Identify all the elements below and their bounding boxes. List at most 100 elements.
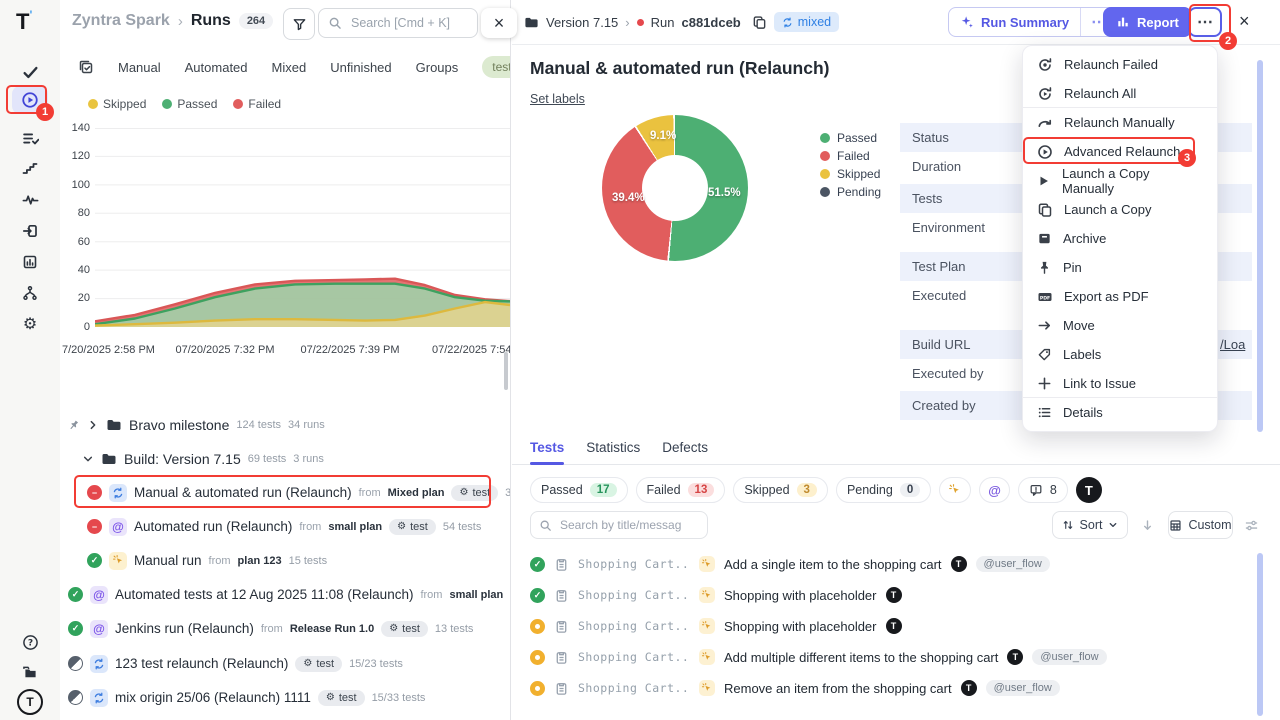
run-summary-button[interactable]: Run Summary <box>949 15 1080 30</box>
chip-pending[interactable]: Pending0 <box>836 477 931 503</box>
close-runs-list-button[interactable]: × <box>481 8 517 38</box>
run-version[interactable]: Version 7.15 <box>546 15 618 30</box>
runs-search-input[interactable] <box>349 15 468 31</box>
tests-search[interactable] <box>530 511 708 539</box>
suite-name[interactable]: Shopping Cart... <box>578 681 690 695</box>
report-button[interactable]: Report <box>1103 7 1192 37</box>
sidebar-item-branches[interactable] <box>12 279 48 307</box>
run-more-actions-button[interactable]: ⋯ <box>1188 7 1222 37</box>
sort-direction-button[interactable] <box>1134 511 1161 539</box>
menu-item-launch-copy[interactable]: Launch a Copy <box>1023 195 1217 224</box>
test-title[interactable]: Add a single item to the shopping cart <box>724 557 942 572</box>
tree-row-milestone[interactable]: Bravo milestone 124 tests 34 runs <box>60 409 511 440</box>
test-tag[interactable]: @user_flow <box>986 680 1060 696</box>
menu-item-link-to-issue[interactable]: Link to Issue <box>1023 369 1217 398</box>
tab-mixed[interactable]: Mixed <box>272 60 307 75</box>
sidebar-item-account[interactable]: T <box>12 688 48 716</box>
view-settings-button[interactable] <box>1240 511 1262 539</box>
test-label-badge[interactable]: ⚙test <box>389 519 436 535</box>
menu-item-relaunch-failed[interactable]: Relaunch Failed <box>1023 50 1217 79</box>
menu-item-export-pdf[interactable]: Export as PDF <box>1023 282 1217 311</box>
sidebar-item-pulse[interactable] <box>12 185 48 213</box>
left-panel-scrollbar[interactable] <box>504 352 508 390</box>
app-logo-chip[interactable]: T <box>1076 477 1102 503</box>
test-label-badge[interactable]: ⚙test <box>381 621 428 637</box>
tree-item-label[interactable]: Automated run (Relaunch) <box>134 519 292 534</box>
sidebar-item-tests[interactable] <box>12 58 48 86</box>
close-run-detail-button[interactable]: × <box>1239 11 1250 32</box>
runs-search[interactable] <box>318 8 478 38</box>
tree-item-label[interactable]: 123 test relaunch (Relaunch) <box>115 656 288 671</box>
details-scrollbar[interactable] <box>1257 60 1263 432</box>
tab-defects[interactable]: Defects <box>662 440 708 455</box>
test-title[interactable]: Add multiple different items to the shop… <box>724 650 998 665</box>
suite-name[interactable]: Shopping Cart... <box>578 619 690 633</box>
plan-label[interactable]: small plan <box>449 589 503 601</box>
sidebar-item-settings[interactable]: ⚙ <box>12 310 48 338</box>
menu-item-labels[interactable]: Labels <box>1023 340 1217 369</box>
menu-item-relaunch-all[interactable]: Relaunch All <box>1023 79 1217 108</box>
test-row[interactable]: Shopping Cart... Remove an item from the… <box>530 673 1270 703</box>
sidebar-item-analytics[interactable] <box>12 248 48 276</box>
menu-item-archive[interactable]: Archive <box>1023 224 1217 253</box>
set-labels-link[interactable]: Set labels <box>530 92 585 106</box>
sidebar-item-projects[interactable] <box>12 658 48 686</box>
sidebar-item-plans[interactable] <box>12 124 48 152</box>
test-label-badge[interactable]: ⚙test <box>295 656 342 672</box>
menu-item-details[interactable]: Details <box>1023 398 1217 427</box>
menu-item-move[interactable]: Move <box>1023 311 1217 340</box>
test-row[interactable]: ✓ Shopping Cart... Add a single item to … <box>530 549 1270 579</box>
chip-manual-filter[interactable] <box>939 477 971 503</box>
suite-name[interactable]: Shopping Cart... <box>578 557 690 571</box>
chip-failed[interactable]: Failed13 <box>636 477 726 503</box>
tab-unfinished[interactable]: Unfinished <box>330 60 391 75</box>
test-row[interactable]: Shopping Cart... Add multiple different … <box>530 642 1270 672</box>
chip-automated-filter[interactable]: @ <box>979 477 1010 503</box>
tree-item-label[interactable]: Automated tests at 12 Aug 2025 11:08 (Re… <box>115 587 413 602</box>
tree-row-run[interactable]: 123 test relaunch (Relaunch) ⚙test 15/23… <box>60 648 511 679</box>
tree-row-run[interactable]: ✓ @ Jenkins run (Relaunch) from Release … <box>60 613 511 644</box>
menu-item-relaunch-manually[interactable]: Relaunch Manually <box>1023 108 1217 137</box>
plan-label[interactable]: plan 123 <box>238 555 282 567</box>
tree-row-build[interactable]: Build: Version 7.15 69 tests 3 runs <box>60 443 511 474</box>
chip-comments[interactable]: 8 <box>1018 477 1068 503</box>
tree-item-label[interactable]: Bravo milestone <box>129 417 229 433</box>
test-row[interactable]: Shopping Cart... Shopping with placehold… <box>530 611 1270 641</box>
sidebar-item-help[interactable] <box>12 628 48 656</box>
plan-label[interactable]: small plan <box>328 521 382 533</box>
test-tag[interactable]: @user_flow <box>1032 649 1106 665</box>
tree-item-label[interactable]: mix origin 25/06 (Relaunch) 1111 <box>115 690 311 705</box>
test-title[interactable]: Shopping with placeholder <box>724 588 877 603</box>
plan-label[interactable]: Release Run 1.0 <box>290 623 374 635</box>
tree-item-label[interactable]: Manual run <box>134 553 202 568</box>
sort-button[interactable]: Sort <box>1052 511 1128 539</box>
chevron-down-icon[interactable] <box>82 453 94 465</box>
tab-manual[interactable]: Manual <box>118 60 161 75</box>
tree-row-run[interactable]: ✓ Manual run from plan 123 15 tests <box>60 545 511 576</box>
work-label-badge[interactable]: test work <box>482 56 511 78</box>
tests-scrollbar[interactable] <box>1257 553 1263 716</box>
test-label-badge[interactable]: ⚙ <box>510 587 511 602</box>
menu-item-launch-copy-manually[interactable]: Launch a Copy Manually <box>1023 166 1217 195</box>
chevron-right-icon[interactable] <box>87 419 99 431</box>
tree-row-run[interactable]: mix origin 25/06 (Relaunch) 1111 ⚙test 1… <box>60 682 511 713</box>
tab-automated[interactable]: Automated <box>185 60 248 75</box>
copy-icon[interactable] <box>752 15 767 30</box>
sidebar-item-import[interactable] <box>12 217 48 245</box>
test-label-badge[interactable]: ⚙test <box>451 485 498 501</box>
test-title[interactable]: Shopping with placeholder <box>724 619 877 634</box>
tab-tests[interactable]: Tests <box>530 440 564 455</box>
tab-statistics[interactable]: Statistics <box>586 440 640 455</box>
tree-item-label[interactable]: Build: Version 7.15 <box>124 451 241 467</box>
build-url-link[interactable]: /Loa <box>1220 337 1245 352</box>
tree-row-run[interactable]: − @ Automated run (Relaunch) from small … <box>60 511 511 542</box>
test-tag[interactable]: @user_flow <box>976 556 1050 572</box>
tree-item-label[interactable]: Manual & automated run (Relaunch) <box>134 485 352 500</box>
custom-view-button[interactable]: Custom <box>1168 511 1233 539</box>
suite-name[interactable]: Shopping Cart... <box>578 650 690 664</box>
tab-groups[interactable]: Groups <box>416 60 459 75</box>
tests-search-input[interactable] <box>558 517 699 533</box>
plan-label[interactable]: Mixed plan <box>388 487 445 499</box>
suite-name[interactable]: Shopping Cart... <box>578 588 690 602</box>
chip-passed[interactable]: Passed17 <box>530 477 628 503</box>
